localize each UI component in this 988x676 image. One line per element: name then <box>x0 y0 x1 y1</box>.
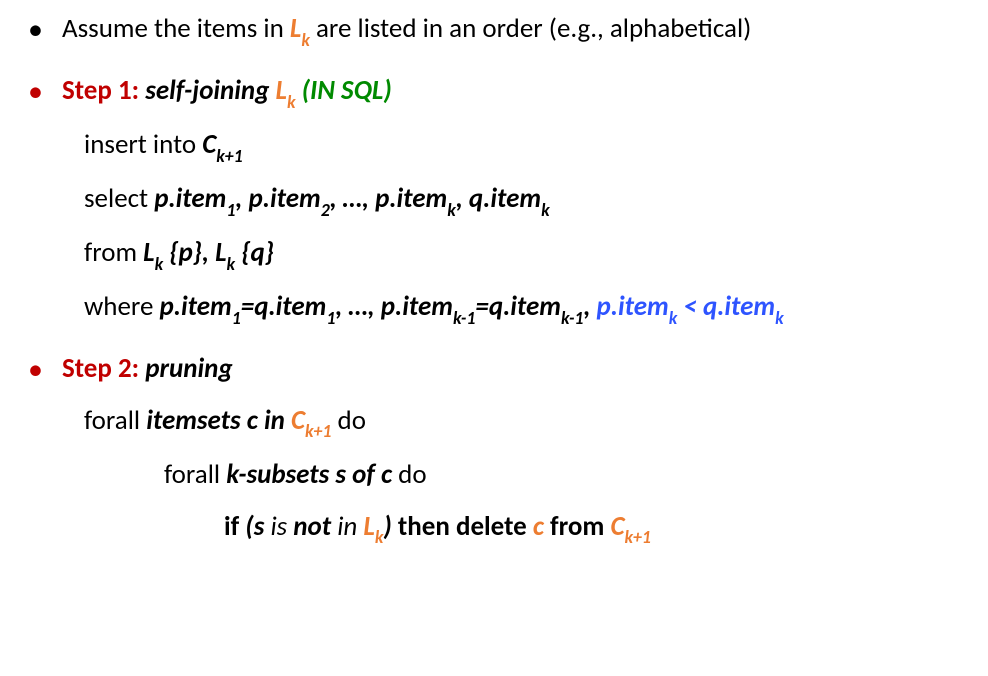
eq: = <box>241 290 254 323</box>
txt: itemsets c in <box>146 404 291 437</box>
kw-then: then delete <box>392 510 533 543</box>
var-L-sub: k <box>227 253 236 275</box>
p-item: p.item <box>249 182 321 215</box>
kw-do: do <box>331 404 366 437</box>
var-L: L <box>276 74 287 107</box>
subkm1: k-1 <box>561 307 583 329</box>
q-item: q.item <box>469 182 541 215</box>
sub1: 1 <box>326 307 335 329</box>
kw-forall: forall <box>84 404 146 437</box>
kw-forall: forall <box>164 458 226 491</box>
var-L-sub: k <box>155 253 164 275</box>
prune-block: forall itemsets c in Ck+1 do forall k-su… <box>62 400 966 550</box>
paren: (s <box>245 510 264 543</box>
kw-do: do <box>392 458 427 491</box>
text: are listed in an order (e.g., alphabetic… <box>310 12 751 45</box>
var-C: C <box>202 128 216 161</box>
bullet-list: Assume the items in Lk are listed in an … <box>22 8 966 550</box>
kw-from: from <box>84 236 143 269</box>
p-item: p.item <box>381 290 453 323</box>
q-item: q.item <box>254 290 326 323</box>
var-C: C <box>291 404 305 437</box>
line-if: if (s is not in Lk) then delete c from C… <box>84 506 966 550</box>
alias-q: {q} <box>241 236 274 269</box>
comma: , <box>456 182 469 215</box>
sub1: 1 <box>232 307 241 329</box>
line-where: where p.item1=q.item1, …, p.itemk-1=q.it… <box>84 286 966 330</box>
step1-sql: (IN SQL) <box>296 74 392 107</box>
line-forall1: forall itemsets c in Ck+1 do <box>84 400 966 444</box>
var-C-sub: k+1 <box>624 526 650 548</box>
p-item: p.item <box>160 290 232 323</box>
ellipsis: …, <box>348 290 380 323</box>
subk: k <box>669 307 678 329</box>
var-L: L <box>290 12 301 45</box>
var-C: C <box>610 510 624 543</box>
bullet-assume: Assume the items in Lk are listed in an … <box>22 8 966 52</box>
p-item: p.item <box>597 290 669 323</box>
step1-label: Step 1: <box>62 74 145 107</box>
sql-block: insert into Ck+1 select p.item1, p.item2… <box>62 124 966 330</box>
p-item: p.item <box>154 182 226 215</box>
q-item: q.item <box>489 290 561 323</box>
subk: k <box>775 307 784 329</box>
step2-label: Step 2: <box>62 352 145 385</box>
comma: , <box>202 236 215 269</box>
var-C-sub: k+1 <box>216 145 242 167</box>
subk: k <box>541 199 550 221</box>
line-select: select p.item1, p.item2, …, p.itemk, q.i… <box>84 178 966 222</box>
txt: in <box>331 510 363 543</box>
var-C-sub: k+1 <box>305 420 331 442</box>
text: Assume the items in <box>62 12 290 45</box>
step2-title: pruning <box>145 352 232 385</box>
sub2: 2 <box>321 199 330 221</box>
eq: = <box>475 290 488 323</box>
subkm1: k-1 <box>453 307 475 329</box>
step1-title: self-joining <box>145 74 275 107</box>
ellipsis: …, <box>343 182 375 215</box>
p-item: p.item <box>375 182 447 215</box>
var-L: L <box>363 510 374 543</box>
var-L-sub: k <box>375 526 384 548</box>
txt: is <box>264 510 293 543</box>
var-L: L <box>143 236 154 269</box>
txt: k-subsets s of c <box>226 458 392 491</box>
kw-if: if <box>224 510 245 543</box>
comma: , <box>335 290 348 323</box>
line-insert: insert into Ck+1 <box>84 124 966 168</box>
comma: , <box>235 182 248 215</box>
kw-where: where <box>84 290 160 323</box>
comma: , <box>583 290 596 323</box>
sub1: 1 <box>226 199 235 221</box>
not: not <box>293 510 331 543</box>
paren: ) <box>383 510 391 543</box>
q-item: q.item <box>703 290 775 323</box>
comma: , <box>330 182 343 215</box>
bullet-step2: Step 2: pruning forall itemsets c in Ck+… <box>22 348 966 550</box>
slide-content: Assume the items in Lk are listed in an … <box>0 0 988 586</box>
kw-insert: insert into <box>84 128 202 161</box>
bullet-step1: Step 1: self-joining Lk (IN SQL) insert … <box>22 70 966 330</box>
line-forall2: forall k-subsets s of c do <box>84 454 966 496</box>
var-L: L <box>215 236 226 269</box>
var-c: c <box>533 510 544 543</box>
kw-from: from <box>544 510 611 543</box>
subk: k <box>447 199 456 221</box>
line-from: from Lk {p}, Lk {q} <box>84 232 966 276</box>
lt: < <box>677 290 703 323</box>
var-L-sub: k <box>301 29 310 51</box>
var-L-sub: k <box>287 91 296 113</box>
kw-select: select <box>84 182 154 215</box>
alias-p: {p} <box>163 236 202 269</box>
